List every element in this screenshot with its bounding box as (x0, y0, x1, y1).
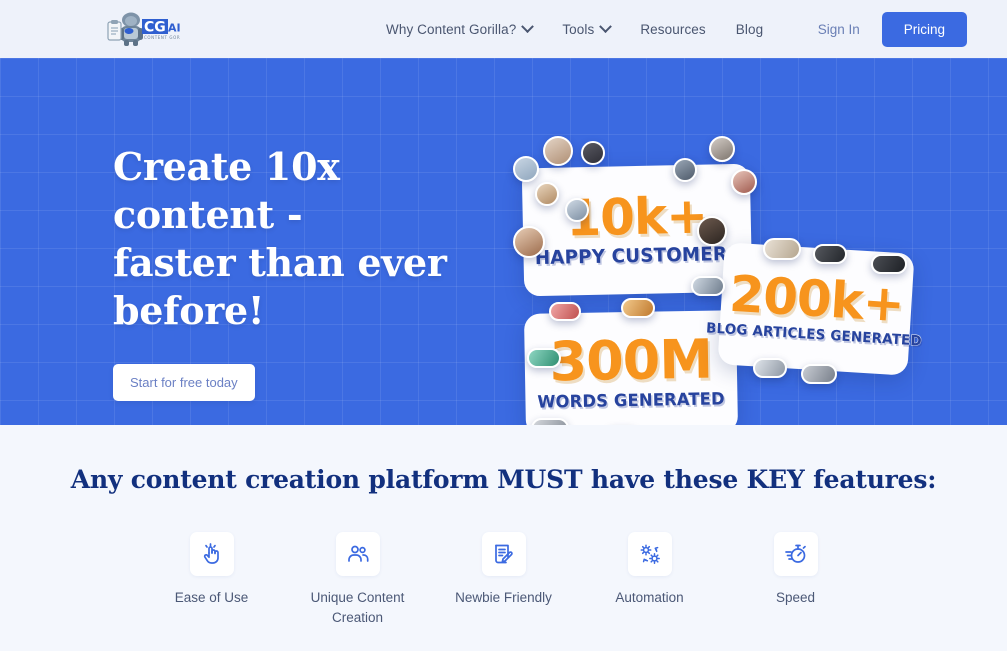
start-for-free-button[interactable]: Start for free today (113, 363, 255, 401)
feature-label: Automation (615, 590, 684, 605)
sign-in-link[interactable]: Sign In (818, 22, 860, 37)
stat-value-happy-customers: 10k+ (565, 186, 708, 248)
features-list: Ease of Use Unique Content Creation Newb… (0, 532, 1007, 629)
thumbnail (763, 238, 801, 260)
nav-tools-label: Tools (562, 21, 595, 37)
feature-label: Speed (775, 590, 816, 605)
document-pen-icon (494, 544, 513, 564)
features-section: Any content creation platform MUST have … (0, 425, 1007, 629)
nav-blog[interactable]: Blog (736, 22, 763, 37)
stat-value-words-generated: 300M (548, 327, 713, 394)
thumbnail (753, 358, 787, 378)
svg-text:CONTENT GORILLA .AI: CONTENT GORILLA .AI (144, 35, 180, 40)
header-actions: Sign In Pricing (818, 11, 967, 47)
feature-icon-container (627, 532, 672, 576)
tap-hand-icon (203, 543, 219, 564)
thumbnail (801, 364, 837, 384)
chevron-down-icon (521, 19, 535, 33)
nav-blog-label: Blog (735, 21, 764, 37)
nav-resources[interactable]: Resources (640, 22, 705, 37)
hero-title-line-1: Create 10x content - (113, 144, 340, 237)
stat-label-happy-customers: HAPPY CUSTOMERS (534, 242, 741, 270)
feature-ease-of-use[interactable]: Ease of Use (155, 532, 269, 608)
avatar (513, 156, 539, 182)
site-header: CG AI CONTENT GORILLA .AI Why Content Go… (0, 0, 1007, 58)
feature-newbie-friendly[interactable]: Newbie Friendly (447, 532, 561, 608)
chevron-down-icon (599, 19, 613, 33)
nav-tools[interactable]: Tools (562, 19, 613, 37)
avatar (513, 226, 545, 258)
nav-why-content-gorilla[interactable]: Why Content Gorilla? (386, 19, 535, 37)
avatar (697, 216, 727, 246)
feature-icon-container (189, 532, 234, 576)
nav-resources-label: Resources (640, 21, 706, 37)
avatar (535, 182, 559, 206)
gears-icon (640, 544, 660, 564)
thumbnail (527, 348, 561, 368)
hero-title-line-2: faster than ever (113, 239, 447, 285)
avatar (565, 198, 589, 222)
avatar (581, 141, 605, 165)
thumbnail (621, 298, 655, 318)
pricing-button[interactable]: Pricing (881, 11, 967, 47)
stat-label-words-generated: WORDS GENERATED (537, 389, 726, 413)
avatar (673, 158, 697, 182)
thumbnail (813, 244, 847, 264)
feature-label: Newbie Friendly (455, 590, 552, 605)
thumbnail (691, 276, 725, 296)
feature-speed[interactable]: Speed (739, 532, 853, 608)
avatar (731, 169, 757, 195)
nav-why-content-gorilla-label: Why Content Gorilla? (386, 21, 517, 37)
primary-navigation: Why Content Gorilla? Tools Resources Blo… (386, 19, 763, 37)
thumbnail (531, 418, 569, 425)
feature-icon-container (335, 532, 380, 576)
svg-text:AI: AI (168, 22, 180, 35)
hero-stats-graphic: 10k+ HAPPY CUSTOMERS 200k+ BLOG ARTICLES… (505, 136, 925, 425)
svg-text:CG: CG (144, 20, 166, 36)
features-title: Any content creation platform MUST have … (70, 465, 937, 494)
feature-label: Ease of Use (174, 590, 249, 605)
stat-value-blog-articles: 200k+ (727, 264, 906, 334)
avatar (543, 136, 573, 166)
site-logo[interactable]: CG AI CONTENT GORILLA .AI (104, 11, 180, 47)
stopwatch-icon (784, 544, 806, 563)
thumbnail (549, 302, 581, 321)
feature-unique-content-creation[interactable]: Unique Content Creation (301, 532, 415, 629)
avatar (709, 136, 735, 162)
feature-icon-container (773, 532, 818, 576)
feature-icon-container (481, 532, 526, 576)
people-icon (347, 545, 369, 562)
hero-title: Create 10x content - faster than ever be… (113, 143, 513, 335)
thumbnail (871, 254, 907, 274)
feature-label: Unique Content Creation (310, 590, 405, 626)
hero-copy: Create 10x content - faster than ever be… (113, 143, 513, 401)
feature-automation[interactable]: Automation (593, 532, 707, 608)
content-gorilla-ai-logo-mark: CG AI CONTENT GORILLA .AI (107, 12, 180, 46)
hero-title-line-3: before! (113, 287, 265, 333)
hero-section: Create 10x content - faster than ever be… (0, 58, 1007, 425)
